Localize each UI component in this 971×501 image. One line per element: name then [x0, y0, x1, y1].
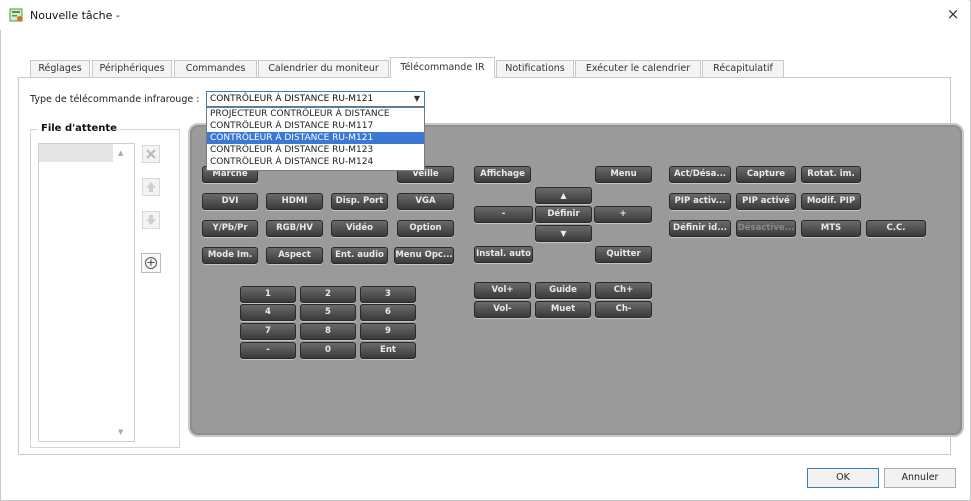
tab-executer-calendrier[interactable]: Exécuter le calendrier	[575, 60, 701, 77]
remote-btn-act-desa[interactable]: Act/Désa...	[669, 166, 731, 183]
tab-recapitulatif[interactable]: Récapitulatif	[702, 60, 784, 77]
title-bar: Nouvelle tâche - ×	[0, 0, 969, 30]
move-up-icon[interactable]	[142, 178, 160, 196]
remote-btn-1[interactable]: 1	[240, 286, 296, 303]
remote-btn-definir-id[interactable]: Définir id...	[669, 220, 731, 237]
move-down-icon[interactable]	[142, 211, 160, 229]
remote-btn-option[interactable]: Option	[397, 220, 454, 237]
dropdown-option[interactable]: CONTRÔLEUR À DISTANCE RU-M117	[207, 120, 424, 132]
scroll-up-icon[interactable]: ▲	[118, 149, 123, 157]
remote-btn-4[interactable]: 4	[240, 304, 296, 321]
remote-btn-rotat-im[interactable]: Rotat. im.	[801, 166, 861, 183]
queue-list[interactable]	[38, 143, 135, 442]
remote-btn-3[interactable]: 3	[360, 286, 416, 303]
dropdown-option[interactable]: CONTRÔLEUR À DISTANCE RU-M123	[207, 144, 424, 156]
remote-btn-mode-im[interactable]: Mode Im.	[202, 247, 258, 264]
remote-btn-dash[interactable]: -	[240, 342, 296, 359]
remote-btn-ent-audio[interactable]: Ent. audio	[331, 247, 388, 264]
task-app-icon	[9, 8, 23, 22]
tab-telecommande-ir[interactable]: Télécommande IR	[390, 57, 495, 78]
remote-btn-0[interactable]: 0	[300, 342, 356, 359]
tab-reglages[interactable]: Réglages	[30, 60, 90, 77]
remote-btn-aspect[interactable]: Aspect	[266, 247, 323, 264]
remote-btn-ch-minus[interactable]: Ch-	[595, 301, 652, 318]
remote-btn-9[interactable]: 9	[360, 323, 416, 340]
remote-btn-desactive: Désactive...	[736, 220, 796, 237]
ok-button[interactable]: OK	[807, 468, 879, 488]
dropdown-option[interactable]: CONTRÔLEUR À DISTANCE RU-M124	[207, 156, 424, 168]
remote-btn-vol-minus[interactable]: Vol-	[474, 301, 531, 318]
delete-icon[interactable]	[142, 145, 160, 163]
remote-btn-5[interactable]: 5	[300, 304, 356, 321]
remote-btn-pip-active[interactable]: PIP activé	[736, 193, 796, 210]
queue-title: File d'attente	[38, 123, 120, 134]
remote-btn-menu-opc[interactable]: Menu Opc...	[394, 247, 454, 264]
remote-btn-7[interactable]: 7	[240, 323, 296, 340]
arrow-up-icon[interactable]: ▲	[535, 187, 592, 204]
tab-commandes[interactable]: Commandes	[174, 60, 257, 77]
chevron-down-icon[interactable]: ▼	[414, 92, 420, 106]
remote-btn-guide[interactable]: Guide	[535, 282, 591, 299]
tab-notifications[interactable]: Notifications	[496, 60, 574, 77]
remote-type-label: Type de télécommande infrarouge :	[30, 94, 200, 105]
remote-btn-8[interactable]: 8	[300, 323, 356, 340]
remote-btn-rgbhv[interactable]: RGB/HV	[266, 220, 323, 237]
remote-btn-plus[interactable]: +	[594, 206, 652, 223]
tab-calendrier-moniteur[interactable]: Calendrier du moniteur	[258, 60, 389, 77]
remote-btn-capture[interactable]: Capture	[736, 166, 796, 183]
remote-btn-affichage[interactable]: Affichage	[474, 166, 531, 183]
remote-btn-definir[interactable]: Définir	[535, 206, 592, 223]
remote-btn-ypbpr[interactable]: Y/Pb/Pr	[202, 220, 258, 237]
remote-btn-disp-port[interactable]: Disp. Port	[331, 193, 388, 210]
remote-btn-muet[interactable]: Muet	[535, 301, 591, 318]
dropdown-option[interactable]: PROJECTEUR CONTRÔLEUR À DISTANCE	[207, 108, 424, 120]
remote-type-dropdown: PROJECTEUR CONTRÔLEUR À DISTANCE CONTRÔL…	[206, 107, 425, 171]
remote-type-select[interactable]: CONTRÔLEUR À DISTANCE RU-M121 ▼	[206, 91, 425, 107]
remote-btn-2[interactable]: 2	[300, 286, 356, 303]
queue-selected-item[interactable]	[39, 144, 113, 162]
close-icon[interactable]: ×	[944, 5, 962, 23]
arrow-down-icon[interactable]: ▼	[535, 225, 592, 242]
remote-btn-mts[interactable]: MTS	[801, 220, 861, 237]
remote-btn-hdmi[interactable]: HDMI	[266, 193, 323, 210]
add-button[interactable]: +	[141, 253, 161, 273]
remote-btn-pip-activ[interactable]: PIP activ...	[669, 193, 731, 210]
remote-btn-ch-plus[interactable]: Ch+	[595, 282, 652, 299]
remote-btn-video[interactable]: Vidéo	[331, 220, 388, 237]
remote-btn-modif-pip[interactable]: Modif. PIP	[801, 193, 861, 210]
remote-btn-menu[interactable]: Menu	[595, 166, 652, 183]
remote-btn-instal-auto[interactable]: Instal. auto	[474, 246, 533, 263]
remote-btn-ent[interactable]: Ent	[360, 342, 416, 359]
remote-btn-minus[interactable]: -	[474, 206, 533, 223]
remote-btn-dvi[interactable]: DVI	[202, 193, 258, 210]
remote-type-selected: CONTRÔLEUR À DISTANCE RU-M121	[210, 94, 374, 104]
tab-peripheriques[interactable]: Périphériques	[92, 60, 172, 77]
scroll-down-icon[interactable]: ▼	[118, 428, 123, 436]
remote-btn-cc[interactable]: C.C.	[866, 220, 926, 237]
remote-btn-quitter[interactable]: Quitter	[595, 246, 652, 263]
remote-btn-vol-plus[interactable]: Vol+	[474, 282, 531, 299]
remote-btn-vga[interactable]: VGA	[397, 193, 454, 210]
dropdown-option-selected[interactable]: CONTRÔLEUR À DISTANCE RU-M121	[207, 132, 424, 144]
window-title: Nouvelle tâche -	[30, 9, 120, 22]
remote-btn-6[interactable]: 6	[360, 304, 416, 321]
cancel-button[interactable]: Annuler	[884, 468, 956, 488]
add-icon: +	[145, 256, 157, 269]
